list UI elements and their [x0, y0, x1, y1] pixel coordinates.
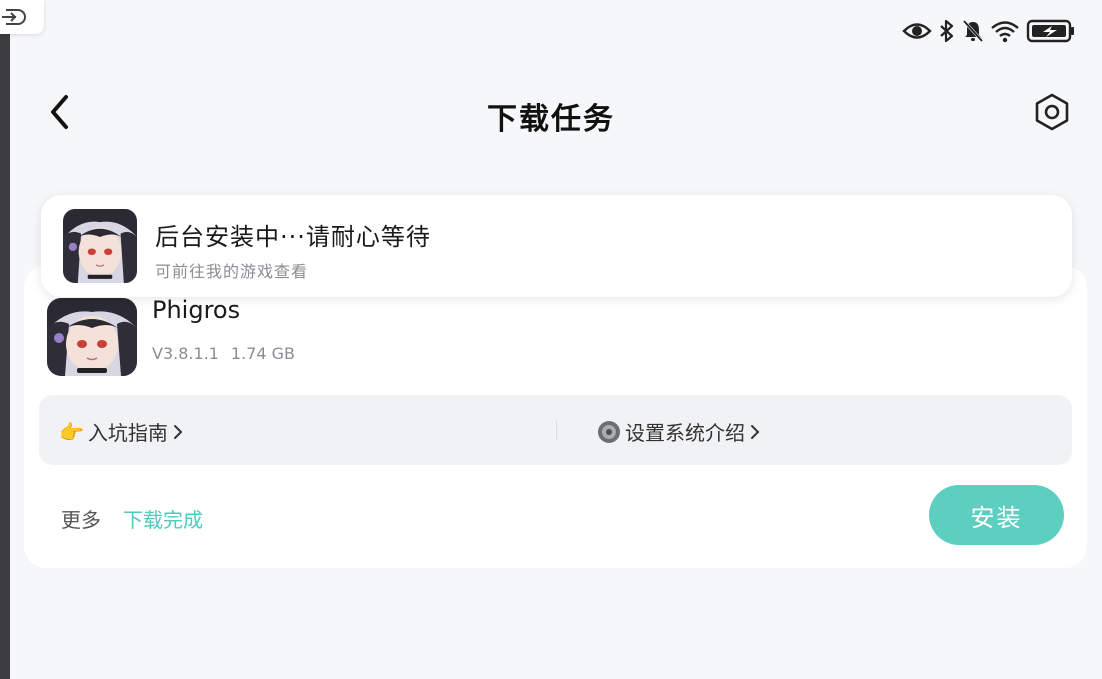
- top-navigation: 下载任务: [0, 82, 1102, 142]
- floating-exit-tab[interactable]: [0, 0, 44, 34]
- toast-subtitle: 可前往我的游戏查看: [155, 262, 309, 281]
- wifi-icon: [990, 19, 1020, 43]
- settings-button[interactable]: [1030, 90, 1074, 134]
- app-version: V3.8.1.1: [152, 344, 219, 363]
- install-button[interactable]: 安装: [929, 485, 1064, 545]
- toast-app-icon: [63, 209, 137, 283]
- guide-link-label: 入坑指南: [87, 421, 168, 445]
- app-icon: [47, 298, 137, 376]
- hexagon-settings-icon: [1033, 93, 1071, 131]
- page-title: 下载任务: [487, 102, 615, 137]
- status-bar: [902, 16, 1076, 46]
- pointing-hand-icon: 👉: [59, 419, 84, 444]
- settings-intro-label: 设置系统介绍: [625, 421, 745, 445]
- chevron-right-icon: [749, 423, 761, 441]
- bluetooth-icon: [938, 19, 956, 43]
- eye-icon: [902, 20, 932, 42]
- battery-charging-icon: [1026, 18, 1076, 44]
- app-name: Phigros: [152, 296, 241, 324]
- links-divider: [556, 420, 557, 440]
- exit-icon: [2, 7, 28, 27]
- app-size: 1.74 GB: [230, 344, 296, 363]
- app-meta: V3.8.1.1 1.74 GB: [152, 344, 295, 363]
- chevron-right-icon: [172, 423, 184, 441]
- guide-link[interactable]: 👉 入坑指南: [59, 417, 184, 446]
- download-status: 下载完成: [123, 508, 203, 532]
- install-toast[interactable]: 后台安装中···请耐心等待 可前往我的游戏查看: [41, 195, 1072, 297]
- quick-links-bar: 👉 入坑指南 设置系统介绍: [39, 395, 1072, 465]
- more-button[interactable]: 更多: [61, 504, 101, 533]
- bell-off-icon: [962, 19, 984, 43]
- toast-title: 后台安装中···请耐心等待: [155, 223, 431, 251]
- settings-intro-link[interactable]: 设置系统介绍: [597, 417, 761, 446]
- download-task-card: Phigros V3.8.1.1 1.74 GB 👉 入坑指南 设置系统介绍 更…: [24, 266, 1087, 568]
- gear-badge-icon: [597, 420, 621, 444]
